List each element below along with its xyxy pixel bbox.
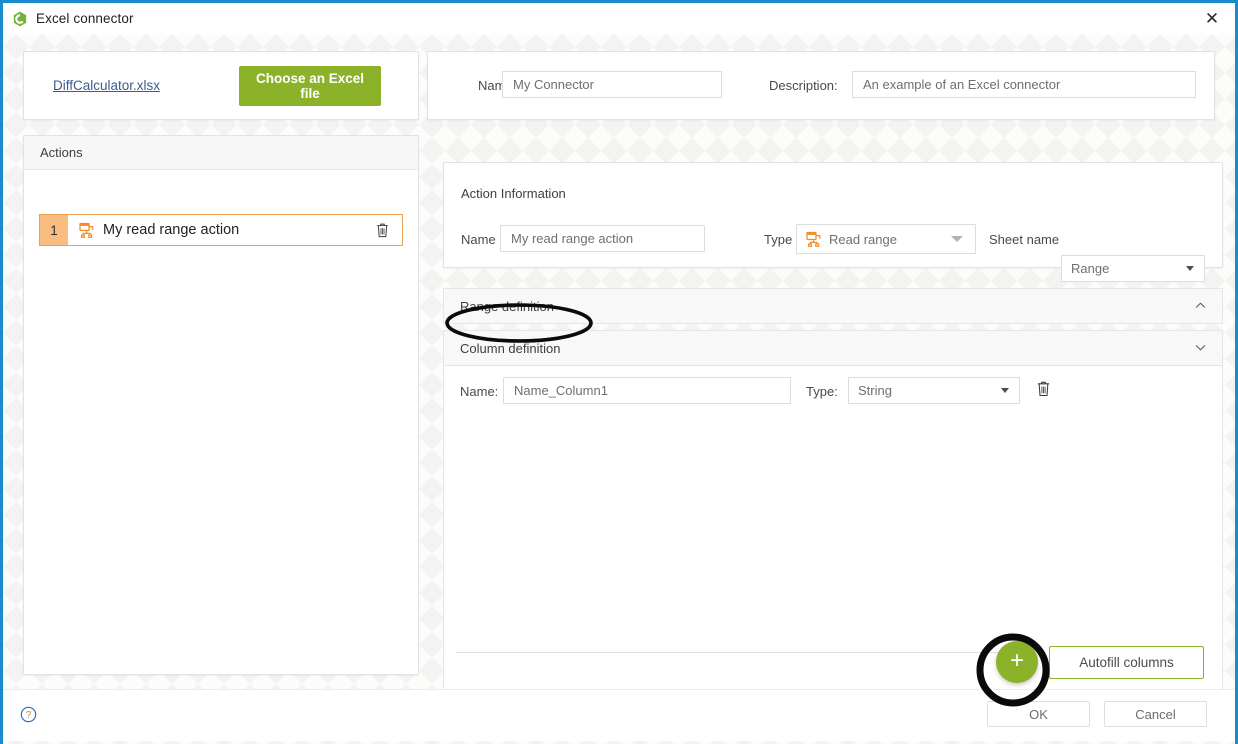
excel-file-card: DiffCalculator.xlsx Choose an Excel file xyxy=(23,51,419,120)
excel-connector-window: Excel connector ✕ DiffCalculator.xlsx Ch… xyxy=(0,0,1238,744)
chevron-down-icon xyxy=(1186,266,1194,271)
action-type-value: Read range xyxy=(829,232,951,247)
dialog-body: DiffCalculator.xlsx Choose an Excel file… xyxy=(3,34,1235,744)
read-range-icon xyxy=(806,231,822,247)
column-definition-body: Name: Type: String + Autofill columns xyxy=(443,366,1223,701)
svg-text:?: ? xyxy=(26,710,32,721)
action-name-input[interactable] xyxy=(500,225,705,252)
actions-panel-header: Actions xyxy=(24,136,418,170)
help-icon[interactable]: ? xyxy=(20,706,37,723)
action-information-card: Action Information Name Type Read range … xyxy=(443,162,1223,268)
excel-connector-icon xyxy=(12,11,28,27)
column-name-input[interactable] xyxy=(503,377,791,404)
cancel-button[interactable]: Cancel xyxy=(1104,701,1207,727)
choose-excel-file-button[interactable]: Choose an Excel file xyxy=(239,66,381,106)
close-icon[interactable]: ✕ xyxy=(1189,3,1235,34)
action-name-label: Name xyxy=(461,232,496,247)
column-type-label: Type: xyxy=(806,384,838,399)
action-information-caption: Action Information xyxy=(461,186,566,201)
chevron-down-icon xyxy=(1195,344,1206,351)
chevron-up-icon xyxy=(1195,302,1206,309)
ok-button[interactable]: OK xyxy=(987,701,1090,727)
connector-meta-card: Name: Description: xyxy=(427,51,1215,120)
action-type-label: Type xyxy=(764,232,792,247)
connector-description-input[interactable] xyxy=(852,71,1196,98)
sheet-name-value: Range xyxy=(1071,261,1186,276)
add-column-button[interactable]: + xyxy=(996,641,1038,683)
autofill-columns-button[interactable]: Autofill columns xyxy=(1049,646,1204,679)
column-name-label: Name: xyxy=(460,384,498,399)
dialog-footer: ? OK Cancel xyxy=(3,689,1235,741)
sheet-name-label: Sheet name xyxy=(989,232,1059,247)
connector-name-input[interactable] xyxy=(502,71,722,98)
actions-panel-title: Actions xyxy=(40,145,83,160)
chevron-down-icon xyxy=(1001,388,1009,393)
column-body-divider xyxy=(456,652,1004,653)
range-definition-title: Range definition xyxy=(460,299,554,314)
column-definition-header[interactable]: Column definition xyxy=(443,330,1223,366)
trash-icon[interactable] xyxy=(1036,380,1051,397)
column-type-value: String xyxy=(858,383,1001,398)
range-definition-header[interactable]: Range definition xyxy=(443,288,1223,324)
action-type-select[interactable]: Read range xyxy=(796,224,976,254)
excel-file-link[interactable]: DiffCalculator.xlsx xyxy=(53,78,160,93)
action-list-item[interactable]: 1 My read range action xyxy=(39,214,403,246)
column-type-select[interactable]: String xyxy=(848,377,1020,404)
read-range-icon xyxy=(79,222,95,238)
window-title: Excel connector xyxy=(36,11,134,26)
actions-panel: Actions 1 My read range action xyxy=(23,135,419,675)
action-item-label: My read range action xyxy=(103,222,375,238)
chevron-down-icon xyxy=(951,236,963,242)
action-index-badge: 1 xyxy=(40,215,68,245)
sheet-name-select[interactable]: Range xyxy=(1061,255,1205,282)
connector-description-label: Description: xyxy=(769,78,838,93)
column-definition-title: Column definition xyxy=(460,341,560,356)
title-bar: Excel connector ✕ xyxy=(3,3,1235,34)
trash-icon[interactable] xyxy=(375,222,390,238)
